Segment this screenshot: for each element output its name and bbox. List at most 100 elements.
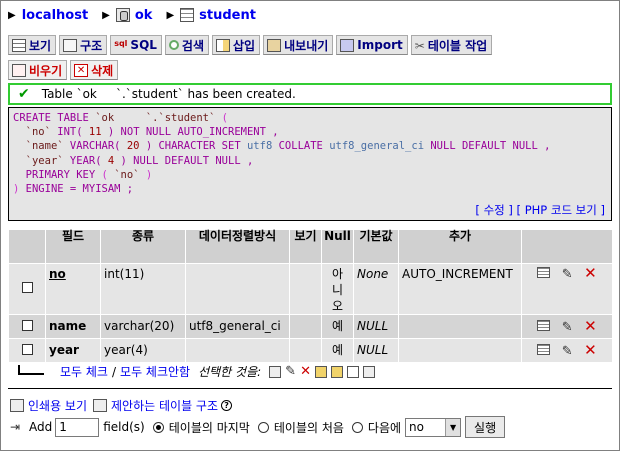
row-checkbox-cell[interactable] [8, 314, 46, 339]
extra-cell [398, 338, 522, 363]
sql-line: CREATE TABLE `ok `.`student` ( [13, 112, 228, 124]
row-checkbox[interactable] [21, 282, 33, 293]
field-cell: no [45, 263, 101, 315]
null-cell: 예 [321, 314, 354, 339]
row-checkbox-cell[interactable] [8, 338, 46, 363]
chevron-down-icon[interactable]: ▼ [445, 418, 461, 436]
delete-x-icon[interactable]: ✕ [584, 317, 597, 335]
separator: / [111, 364, 117, 379]
tab-drop[interactable]: ✕ 삭제 [70, 60, 119, 80]
divider [8, 388, 612, 389]
sql-icon: sql [114, 38, 128, 48]
arrow-icon: ▶ [166, 9, 175, 21]
sql-links: [ 수정 ] [ PHP 코드 보기 ] [475, 202, 605, 217]
uncheck-all-link[interactable]: 모두 체크안함 [120, 363, 190, 380]
tab-sql[interactable]: sql SQL [110, 35, 162, 55]
field-cell: year [45, 338, 101, 363]
collation-cell [185, 338, 290, 363]
breadcrumb: ▶ localhost ▶ ok ▶ student [8, 6, 270, 24]
database-icon [115, 8, 130, 22]
header-action [521, 229, 613, 264]
attributes-cell [289, 314, 322, 339]
breadcrumb-table[interactable]: ▶ student [166, 8, 256, 23]
extra-cell [398, 314, 522, 339]
type-cell: varchar(20) [100, 314, 186, 339]
null-cell: 아니오 [321, 263, 354, 315]
tab-insert[interactable]: 삽입 [212, 35, 261, 55]
row-checkbox[interactable] [21, 319, 33, 331]
notice-text: Table `ok `.`student` has been created. [41, 87, 296, 101]
check-all-link[interactable]: 모두 체크 [60, 363, 108, 380]
search-icon [168, 40, 179, 50]
type-cell: int(11) [100, 263, 186, 315]
insert-icon [216, 38, 231, 52]
fulltext-icon[interactable] [362, 365, 375, 378]
tab-empty[interactable]: 비우기 [8, 60, 68, 80]
with-selected-label: 선택한 것을: [198, 365, 262, 379]
add-field-count-input[interactable] [55, 417, 100, 437]
field-cell: name [45, 314, 101, 339]
tab-search[interactable]: 검색 [164, 35, 210, 55]
go-button[interactable]: 실행 [465, 416, 506, 438]
after-field-select[interactable]: no ▼ [405, 417, 462, 437]
actions-cell: ✎ ✕ [521, 314, 613, 339]
header-check [8, 229, 46, 264]
index-icon[interactable] [330, 365, 343, 378]
tab-operations[interactable]: ✂ 테이블 작업 [410, 35, 493, 55]
add-label: Add [29, 420, 53, 434]
sql-line: PRIMARY KEY ( `no` ) [25, 168, 153, 181]
edit-sql-link[interactable]: 수정 [484, 203, 505, 217]
tab-browse[interactable]: 보기 [8, 35, 57, 55]
browse-values-icon[interactable] [537, 319, 551, 331]
delete-x-icon[interactable]: ✕ [584, 341, 597, 359]
after-label: 다음에 [367, 420, 402, 435]
fields-label: field(s) [103, 420, 145, 434]
table-row: year year(4) 예 NULL ✎ ✕ [8, 338, 613, 363]
radio-after[interactable] [351, 421, 363, 433]
default-cell: NULL [353, 338, 399, 363]
edit-pencil-icon[interactable]: ✎ [562, 320, 573, 335]
unique-icon[interactable] [346, 365, 359, 378]
header-extra: 추가 [398, 229, 522, 264]
propose-structure-link[interactable]: 제안하는 테이블 구조 [111, 397, 218, 414]
at-beginning-label: 테이블의 처음 [273, 420, 344, 435]
collation-cell [185, 263, 290, 315]
export-icon [267, 38, 282, 52]
primary-key-icon[interactable] [314, 365, 327, 378]
extra-cell: AUTO_INCREMENT [398, 263, 522, 315]
actions-cell: ✎ ✕ [521, 263, 613, 315]
with-selected-bar: 모두 체크 / 모두 체크안함 선택한 것을: ✎ ✕ [18, 363, 375, 380]
tab-export[interactable]: 내보내기 [263, 35, 334, 55]
radio-at-end[interactable] [152, 421, 164, 433]
database-link[interactable]: ok [135, 8, 153, 23]
header-null: Null [321, 229, 354, 264]
check-icon: ✔ [18, 86, 30, 102]
delete-x-icon[interactable]: ✕ [584, 264, 597, 282]
breadcrumb-server[interactable]: ▶ localhost [8, 8, 88, 23]
edit-selected-icon[interactable]: ✎ [285, 365, 296, 378]
null-cell: 예 [321, 338, 354, 363]
browse-values-icon[interactable] [537, 343, 551, 355]
browse-values-icon[interactable] [537, 267, 551, 278]
print-icon [10, 399, 24, 412]
tab-structure[interactable]: 구조 [59, 35, 108, 55]
edit-pencil-icon[interactable]: ✎ [562, 267, 573, 282]
sql-query-box: CREATE TABLE `ok `.`student` ( `no` INT(… [8, 107, 612, 221]
edit-pencil-icon[interactable]: ✎ [562, 344, 573, 359]
server-link[interactable]: localhost [22, 8, 88, 23]
sql-line: `name` VARCHAR( 20 ) CHARACTER SET utf8 … [25, 140, 551, 153]
row-checkbox[interactable] [21, 343, 33, 355]
radio-at-beginning[interactable] [257, 421, 269, 433]
sql-line: `year` YEAR( 4 ) NULL DEFAULT NULL , [25, 154, 254, 167]
drop-selected-icon[interactable]: ✕ [300, 365, 311, 378]
table-link[interactable]: student [199, 8, 256, 23]
tab-import[interactable]: Import [336, 35, 408, 55]
help-icon[interactable]: ? [221, 400, 233, 411]
tab-row-danger: 비우기 ✕ 삭제 [8, 58, 612, 80]
php-code-link[interactable]: PHP 코드 보기 [525, 203, 597, 217]
bottom-links: 인쇄용 보기 제안하는 테이블 구조 ? [10, 397, 233, 414]
print-view-link[interactable]: 인쇄용 보기 [28, 397, 87, 414]
breadcrumb-database[interactable]: ▶ ok [102, 8, 152, 23]
browse-selected-icon[interactable] [269, 365, 282, 378]
row-checkbox-cell[interactable] [8, 263, 46, 315]
